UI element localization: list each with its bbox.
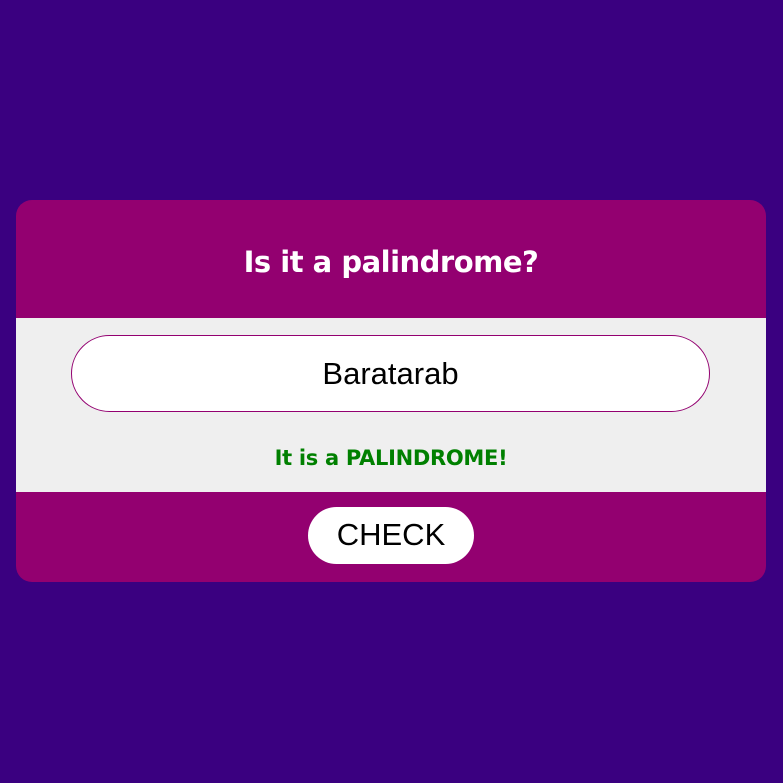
card-body: It is a PALINDROME!	[16, 318, 766, 492]
card-footer: CHECK	[16, 492, 766, 582]
card-header: Is it a palindrome?	[16, 200, 766, 318]
palindrome-input[interactable]	[71, 335, 710, 412]
check-button[interactable]: CHECK	[308, 506, 474, 564]
palindrome-card: Is it a palindrome? It is a PALINDROME! …	[16, 200, 766, 582]
page-title: Is it a palindrome?	[243, 245, 539, 279]
result-message: It is a PALINDROME!	[274, 446, 508, 470]
